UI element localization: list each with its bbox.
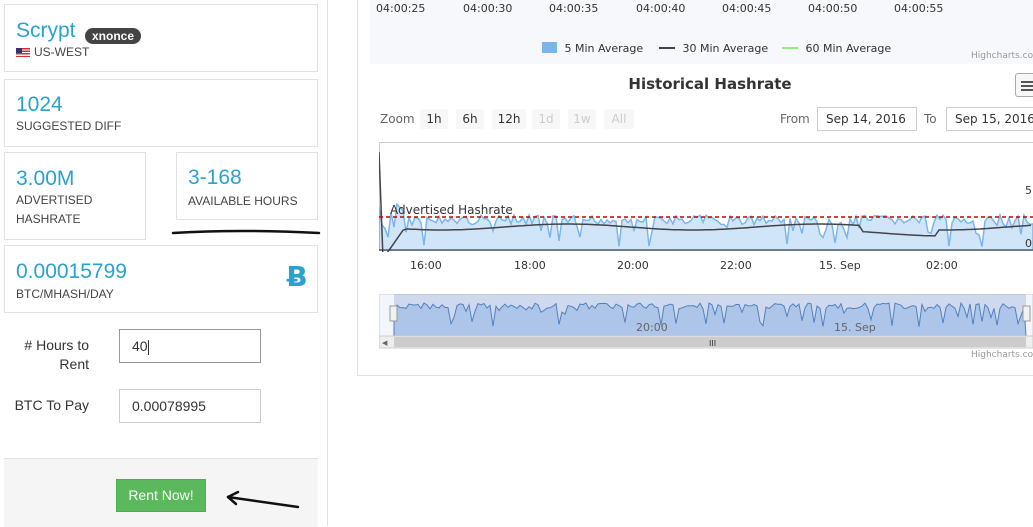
hours-input-value: 40: [132, 338, 148, 354]
x-tick-label: 16:00: [410, 259, 442, 272]
price-card: 0.00015799 BTC/MHASH/DAY Ƀ: [4, 245, 318, 313]
advertised-hashrate-label-1: ADVERTISED: [16, 191, 92, 210]
y-axis-label: 5.: [1025, 184, 1033, 197]
suggested-diff-card: 1024 SUGGESTED DIFF: [4, 79, 318, 147]
navigator-label: 20:00: [636, 321, 668, 334]
highcharts-credit-bottom[interactable]: Highcharts.com: [971, 350, 1033, 360]
legend-label: 30 Min Average: [682, 42, 768, 55]
highcharts-credit-top[interactable]: Highcharts.com: [971, 51, 1033, 61]
zoom-12h-button[interactable]: 12h: [492, 109, 526, 129]
legend-swatch: [659, 47, 675, 49]
legend-label: 60 Min Average: [805, 42, 891, 55]
top-time-label: 04:00:30: [463, 2, 512, 15]
region: US-WEST: [16, 45, 89, 59]
menu-icon: [1016, 74, 1033, 98]
underline-annotation: [170, 226, 322, 238]
btc-to-pay-label: BTC To Pay: [10, 397, 89, 413]
x-tick-label: 02:00: [926, 259, 958, 272]
top-time-label: 04:00:45: [722, 2, 771, 15]
to-date-input[interactable]: Sep 15, 2016: [946, 107, 1033, 131]
available-hours-value: 3-168: [188, 166, 242, 190]
price-value: 0.00015799: [16, 260, 127, 284]
us-flag-icon: [16, 48, 30, 57]
legend-swatch: [542, 42, 557, 53]
zoom-1h-button[interactable]: 1h: [420, 109, 448, 129]
navigator-handle-left: [390, 306, 397, 321]
y-axis-label: 0.: [1025, 237, 1033, 250]
top-time-label: 04:00:50: [808, 2, 857, 15]
arrow-annotation: [222, 488, 302, 512]
available-hours-card: 3-168 AVAILABLE HOURS: [176, 152, 318, 220]
navigator-label: 15. Sep: [834, 321, 876, 334]
suggested-diff-value: 1024: [16, 93, 63, 117]
legend-label: 5 Min Average: [564, 42, 643, 55]
scroll-grip-icon: III: [709, 339, 716, 348]
price-label: BTC/MHASH/DAY: [16, 285, 114, 304]
navigator[interactable]: III ◀: [379, 294, 1033, 350]
rig-info-card: Scrypt xnonce US-WEST: [4, 4, 318, 72]
zoom-label: Zoom: [380, 112, 415, 126]
navigator-mask: [394, 294, 1026, 336]
suggested-diff-label: SUGGESTED DIFF: [16, 117, 121, 136]
btc-to-pay-input[interactable]: 0.00078995: [119, 389, 261, 423]
x-tick-label: 20:00: [617, 259, 649, 272]
xnonce-badge: xnonce: [85, 28, 141, 44]
history-chart-title: Historical Hashrate: [560, 75, 860, 93]
legend-swatch: [782, 47, 798, 49]
algo-name: Scrypt: [16, 19, 76, 43]
available-hours-label: AVAILABLE HOURS: [188, 192, 298, 211]
text-cursor: [148, 340, 149, 355]
svg-text:Ƀ: Ƀ: [286, 261, 307, 293]
scroll-left-arrow-icon: ◀: [382, 339, 388, 347]
advertised-hashrate-label-2: HASHRATE: [16, 210, 80, 229]
zoom-1w-button[interactable]: 1w: [568, 109, 596, 129]
zoom-6h-button[interactable]: 6h: [456, 109, 484, 129]
legend-item-5min[interactable]: 5 Min Average: [542, 39, 643, 57]
panel-divider: [327, 0, 328, 526]
top-time-label: 04:00:25: [376, 2, 425, 15]
x-tick-label: 18:00: [514, 259, 546, 272]
legend-item-30min[interactable]: 30 Min Average: [659, 39, 768, 57]
navigator-handle-right: [1023, 306, 1030, 321]
from-date-input[interactable]: Sep 14, 2016: [817, 107, 917, 131]
zoom-all-button[interactable]: All: [604, 109, 634, 129]
btc-to-pay-value: 0.00078995: [132, 398, 206, 414]
x-tick-label: 22:00: [720, 259, 752, 272]
legend-item-60min[interactable]: 60 Min Average: [782, 39, 891, 57]
top-time-label: 04:00:35: [549, 2, 598, 15]
hours-label-line2: Rent: [59, 356, 89, 372]
advertised-hashrate-value: 3.00M: [16, 167, 74, 191]
advertised-hashrate-card: 3.00M ADVERTISED HASHRATE: [4, 152, 146, 240]
top-time-label: 04:00:55: [894, 2, 943, 15]
bitcoin-icon: Ƀ: [285, 261, 309, 293]
rent-now-button[interactable]: Rent Now!: [116, 479, 206, 512]
history-plot[interactable]: [379, 142, 1033, 252]
zoom-1d-button[interactable]: 1d: [532, 109, 560, 129]
hours-input[interactable]: 40: [119, 329, 261, 363]
hours-label: # Hours to Rent: [10, 336, 89, 374]
to-label: To: [924, 112, 937, 126]
x-tick-label: 15. Sep: [819, 259, 861, 272]
hours-label-line1: # Hours to: [24, 337, 89, 353]
chart-menu-button[interactable]: [1015, 73, 1033, 97]
from-label: From: [780, 112, 810, 126]
top-time-label: 04:00:40: [636, 2, 685, 15]
region-label: US-WEST: [34, 45, 89, 59]
plotline-label: Advertised Hashrate: [390, 203, 513, 217]
